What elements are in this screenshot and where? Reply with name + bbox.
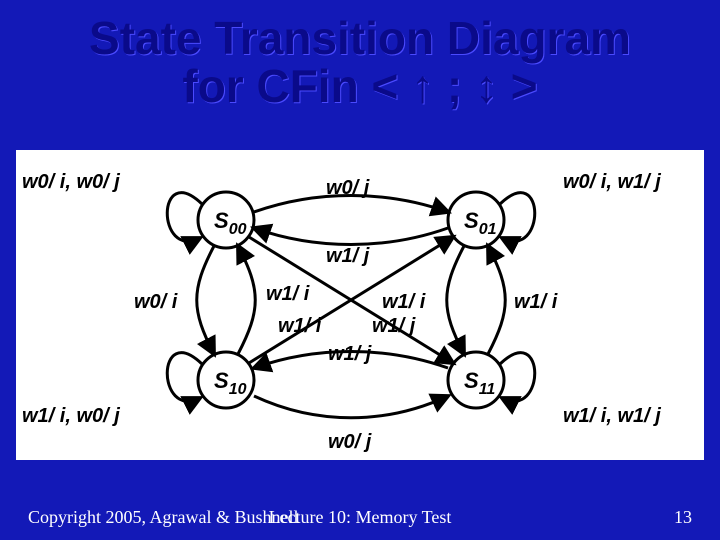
label-s01-self: w0/ i, w1/ j	[563, 171, 661, 193]
slide-title: State Transition Diagram for CFin < ↑ ; …	[0, 14, 720, 111]
label-s11-s10: w1/ j	[328, 343, 372, 365]
edge-s01-s00	[254, 228, 448, 245]
label-s00-s11: w1/ j	[372, 315, 416, 337]
label-s00-s01: w0/ j	[326, 177, 370, 199]
label-s10-self: w1/ i, w0/ j	[22, 405, 120, 427]
label-s10-s01: w1/ i	[278, 315, 322, 337]
edge-s10-s11	[254, 396, 448, 418]
label-s10-s11: w0/ j	[328, 431, 372, 453]
edge-s10-s00	[238, 246, 255, 354]
label-s00-self: w0/ i, w0/ j	[22, 171, 120, 193]
label-s01-s00: w1/ j	[326, 245, 370, 267]
footer: Copyright 2005, Agrawal & Bushnell Lectu…	[28, 507, 692, 528]
label-s10-s00: w1/ i	[266, 283, 310, 305]
edge-s11-s01	[488, 246, 505, 354]
label-s11-s01: w1/ i	[514, 291, 558, 313]
state-diagram: S00 S01 S10 S11 w0/ i,	[16, 150, 704, 460]
slide: State Transition Diagram for CFin < ↑ ; …	[0, 0, 720, 540]
label-s00-s10: w0/ i	[134, 291, 178, 313]
edge-s01-s11	[447, 246, 464, 354]
footer-lecture: Lecture 10: Memory Test	[28, 507, 692, 528]
edge-s00-s10	[197, 246, 214, 354]
label-s11-self: w1/ i, w1/ j	[563, 405, 661, 427]
label-s01-s11: w1/ i	[382, 291, 426, 313]
state-diagram-svg: S00 S01 S10 S11 w0/ i,	[16, 150, 704, 460]
